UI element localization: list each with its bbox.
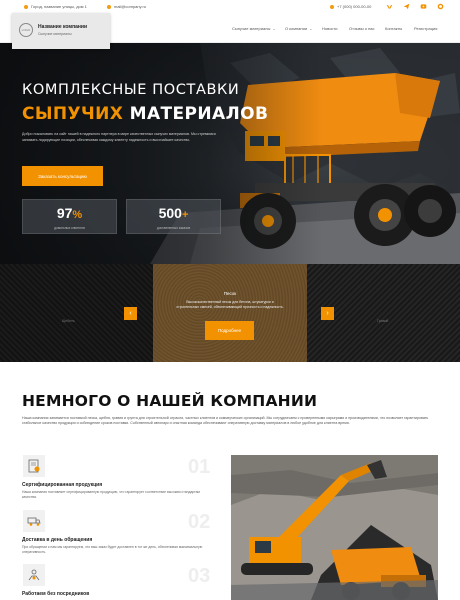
nav-item-contacts[interactable]: Контакты <box>385 26 402 31</box>
email-item[interactable]: mail@company.ru <box>107 4 146 9</box>
hero-title-line1: КОМПЛЕКСНЫЕ ПОСТАВКИ <box>22 82 240 98</box>
nav-item-materials[interactable]: Сыпучие материалы ⌄ <box>232 26 276 31</box>
material-tile-sand[interactable]: Песок Высококачественный песок для бетон… <box>153 264 307 362</box>
tile-label: Гравий <box>377 319 389 323</box>
feature-number: 02 <box>188 511 211 533</box>
logo-block[interactable]: LOGO Название компании Сыпучие материалы <box>12 13 110 49</box>
nav-item-news[interactable]: Новости <box>322 26 337 31</box>
vk-icon[interactable] <box>386 3 393 10</box>
about-text: Наша компания занимается поставкой песка… <box>22 416 429 426</box>
company-tagline: Сыпучие материалы <box>38 32 72 36</box>
certificate-icon <box>23 455 45 477</box>
stat-value: 97% <box>56 205 83 221</box>
nav-item-register[interactable]: Регистрация <box>414 26 437 31</box>
chevron-down-icon: ⌄ <box>309 26 313 31</box>
site-header: LOGO Название компании Сыпучие материалы… <box>0 13 460 49</box>
youtube-icon[interactable] <box>420 3 427 10</box>
nav-item-reviews[interactable]: Отзывы о нас <box>349 26 375 31</box>
tile-description: Высококачественный песок для бетона, шту… <box>176 300 284 309</box>
chevron-down-icon: ⌄ <box>272 26 276 31</box>
mail-icon <box>107 4 111 9</box>
phone-text[interactable]: +7 (000) 000-00-00 <box>337 4 371 9</box>
feature-number: 01 <box>188 456 211 478</box>
email-text[interactable]: mail@company.ru <box>114 4 146 9</box>
logo-icon: LOGO <box>19 23 33 37</box>
telegram-icon[interactable] <box>403 3 410 10</box>
nav-item-about[interactable]: О компании ⌄ <box>285 26 312 31</box>
stat-value: 500+ <box>158 205 189 221</box>
phone-icon <box>330 4 334 9</box>
nav-label: О компании <box>285 26 308 31</box>
materials-slider: Щебень Песок Высококачественный песок дл… <box>0 264 460 362</box>
location-icon <box>24 4 28 9</box>
nav-label: Регистрация <box>414 26 438 31</box>
company-name: Название компании <box>38 24 88 30</box>
excavator-photo <box>231 455 438 600</box>
hero-title-line2: СЫПУЧИХ МАТЕРИАЛОВ <box>22 104 268 124</box>
nav-label: Отзывы о нас <box>349 26 375 31</box>
stat-label: довольных клиентов <box>54 226 85 230</box>
feature-text: При обращении к нам мы гарантируем, что … <box>22 545 203 554</box>
address-item: Город, название улицы, дом 1 <box>24 4 87 9</box>
phone-item[interactable]: +7 (000) 000-00-00 <box>330 4 371 9</box>
nav-label: Новости <box>322 26 338 31</box>
truck-icon <box>23 510 45 532</box>
handshake-icon <box>23 564 45 586</box>
address-text: Город, название улицы, дом 1 <box>31 4 87 9</box>
tile-title: Песок <box>223 291 237 296</box>
consultation-button[interactable]: Заказать консультацию <box>22 166 103 186</box>
about-title: НЕМНОГО О НАШЕЙ КОМПАНИИ <box>22 392 318 410</box>
hero-title-rest: МАТЕРИАЛОВ <box>129 104 269 124</box>
stat-card-orders: 500+ доставленных заказов <box>126 199 221 234</box>
stat-card-clients: 97% довольных клиентов <box>22 199 117 234</box>
nav-label: Сыпучие материалы <box>232 26 271 31</box>
hero-description: Добро пожаловать на сайт нашей в надежно… <box>22 132 216 142</box>
feature-text: Наша компания поставляет сертифицированн… <box>22 490 200 499</box>
slider-prev-button[interactable]: ‹ <box>124 307 137 320</box>
feature-title: Доставка в день обращения <box>22 537 93 543</box>
feature-number: 03 <box>188 565 211 587</box>
stat-label: доставленных заказов <box>156 226 191 230</box>
top-bar: Город, название улицы, дом 1 mail@compan… <box>0 0 460 13</box>
nav-label: Контакты <box>385 26 403 31</box>
hero-title-accent: СЫПУЧИХ <box>22 104 124 124</box>
slider-next-button[interactable]: › <box>321 307 334 320</box>
feature-title: Сертифицированная продукция <box>22 482 103 488</box>
details-button[interactable]: Подробнее <box>205 321 254 340</box>
feature-title: Работаем без посредников <box>22 591 90 597</box>
whatsapp-icon[interactable] <box>437 3 444 10</box>
tile-label: Щебень <box>62 319 75 323</box>
